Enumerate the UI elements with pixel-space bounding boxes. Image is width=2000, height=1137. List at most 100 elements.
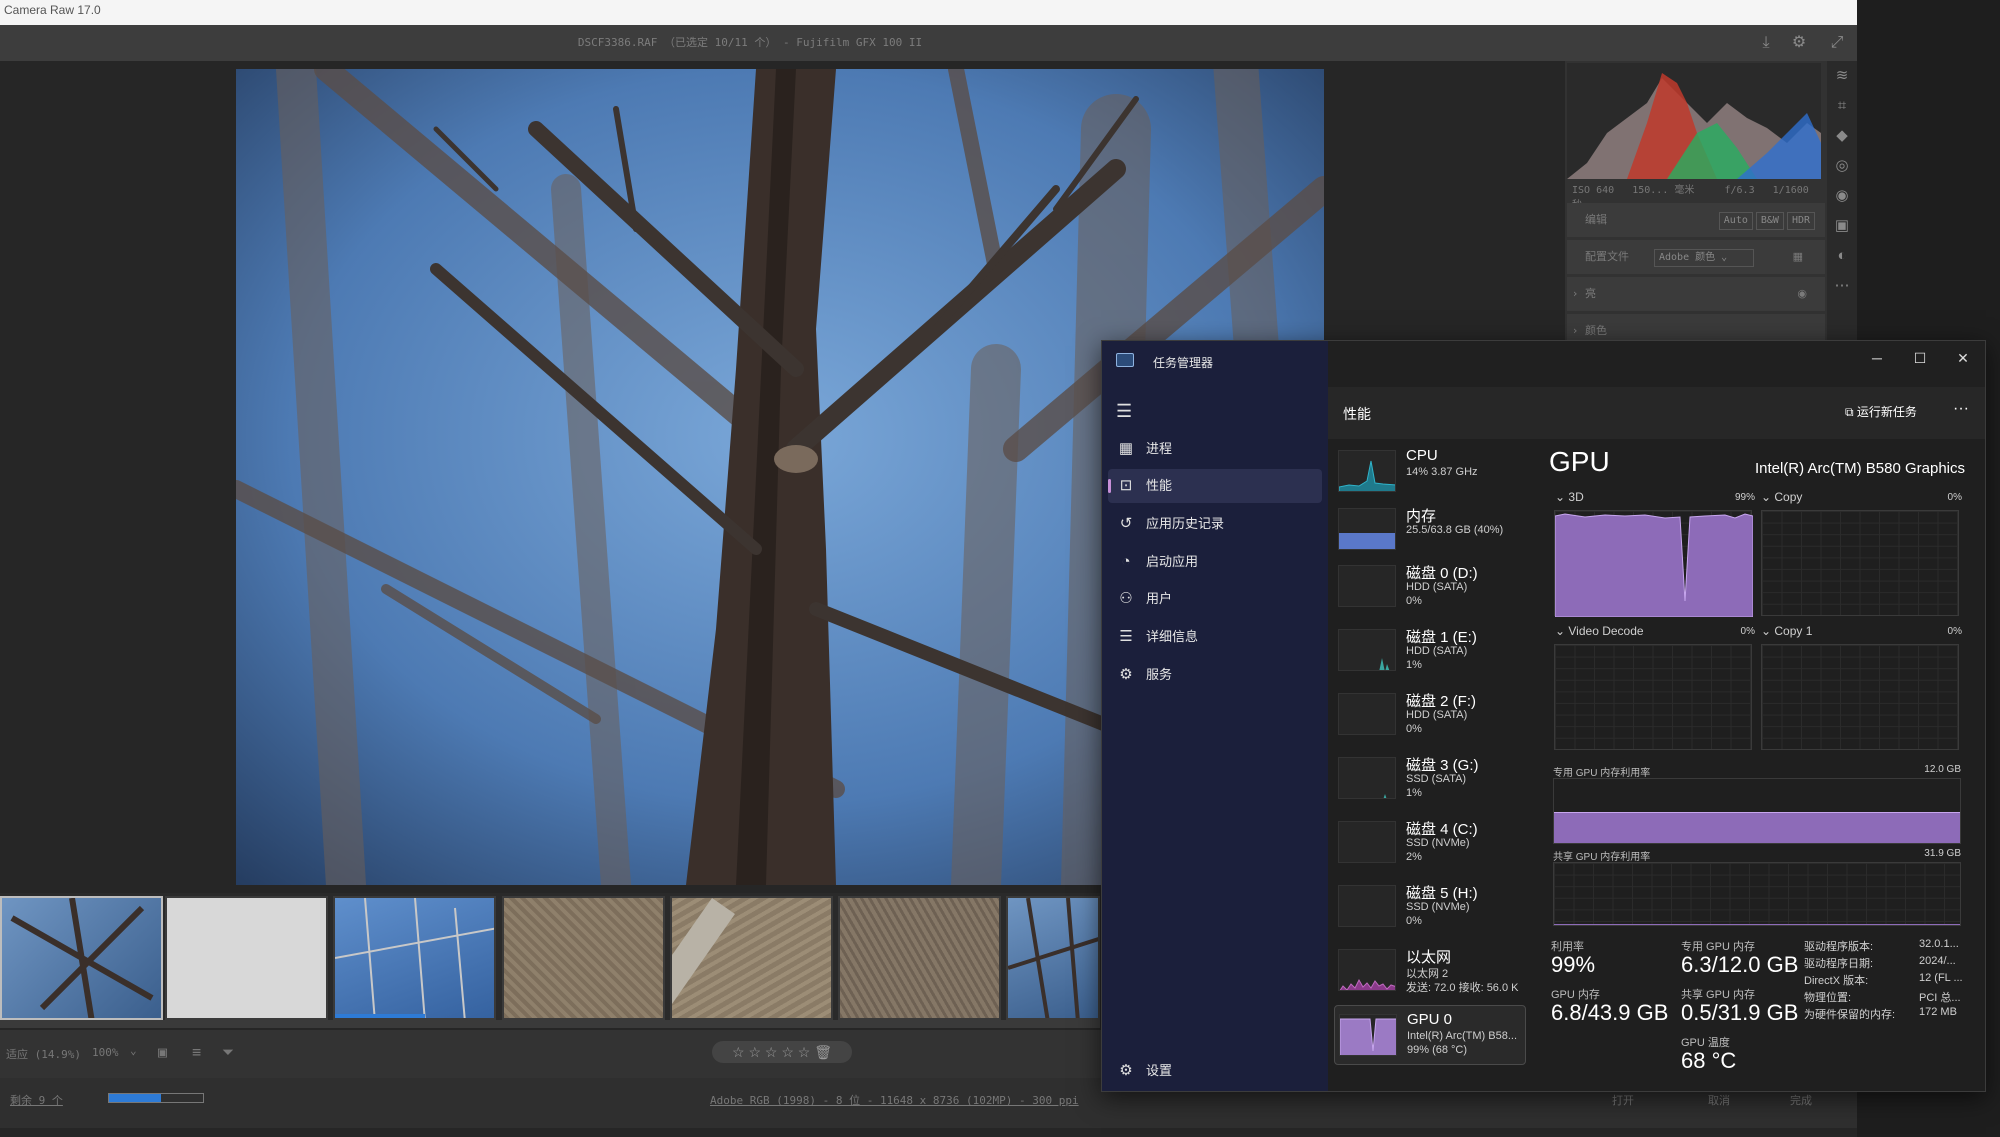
device-disk-3[interactable]: 磁盘 3 (G:) SSD (SATA) 1% — [1334, 749, 1526, 809]
device-memory[interactable]: 内存 25.5/63.8 GB (40%) — [1334, 500, 1526, 560]
done-button[interactable]: 完成 — [1790, 1092, 1812, 1108]
thumbnail[interactable] — [333, 896, 496, 1020]
file-info-text: DSCF3386.RAF （已选定 10/11 个） - Fujifilm GF… — [577, 36, 923, 49]
device-usage: 0% — [1406, 915, 1422, 927]
maximize-button[interactable]: ☐ — [1898, 341, 1942, 375]
engine-copy1-label[interactable]: ⌄ Copy 1 — [1761, 624, 1812, 638]
thumbnail-loading[interactable] — [165, 896, 328, 1020]
device-cpu[interactable]: CPU 14% 3.87 GHz — [1334, 442, 1526, 502]
save-icon[interactable]: ⤓ — [1756, 33, 1776, 53]
engine-3d-graph — [1554, 510, 1754, 618]
device-ethernet[interactable]: 以太网 以太网 2 发送: 72.0 接收: 56.0 K — [1334, 941, 1528, 1001]
profile-dropdown[interactable]: Adobe 颜色 ⌄ — [1654, 249, 1754, 267]
zoom-fit-label[interactable]: 适应 (14.9%) — [6, 1046, 81, 1062]
hamburger-menu-icon[interactable]: ☰ — [1116, 401, 1132, 422]
bw-button[interactable]: B&W — [1755, 212, 1784, 230]
nav-settings[interactable]: ⚙ 设置 — [1108, 1054, 1322, 1088]
run-new-task-button[interactable]: ⧉ 运行新任务 — [1845, 403, 1917, 420]
auto-button[interactable]: Auto — [1718, 212, 1753, 230]
engine-copy-graph — [1761, 510, 1959, 616]
nav-performance[interactable]: ⊡ 性能 — [1108, 469, 1322, 503]
profile-label: 配置文件 — [1585, 250, 1629, 263]
nav-startup-apps[interactable]: ◔ 启动应用 — [1108, 545, 1322, 579]
thumbnail[interactable] — [0, 896, 163, 1020]
filmstrip-scrollbar[interactable] — [0, 1020, 1100, 1028]
nav-app-history[interactable]: ↺ 应用历史记录 — [1108, 507, 1322, 541]
nav-users[interactable]: ⚇ 用户 — [1108, 582, 1322, 616]
thumbnail[interactable] — [1006, 896, 1100, 1020]
engine-copy1-pct: 0% — [1947, 626, 1962, 637]
ethernet-sparkline — [1338, 949, 1396, 991]
section-light[interactable]: › 亮 ◉ — [1567, 277, 1825, 311]
disk-sparkline — [1338, 757, 1396, 799]
nav-processes[interactable]: ▦ 进程 — [1108, 432, 1322, 466]
dedicated-memory-fill — [1554, 812, 1960, 843]
sliders-icon[interactable]: ≋ — [1827, 61, 1857, 91]
eraser-icon[interactable]: ◆ — [1827, 121, 1857, 151]
sort-icon[interactable]: ≡ — [192, 1043, 201, 1061]
snapshots-icon[interactable]: ▣ — [1827, 211, 1857, 241]
workflow-options-link[interactable]: Adobe RGB (1998) - 8 位 - 11648 x 8736 (1… — [710, 1092, 1079, 1108]
thumbnail[interactable] — [502, 896, 665, 1020]
device-disk-0[interactable]: 磁盘 0 (D:) HDD (SATA) 0% — [1334, 557, 1526, 617]
engine-3d-label[interactable]: ⌄ 3D — [1555, 490, 1584, 504]
device-usage: 发送: 72.0 接收: 56.0 K — [1406, 982, 1519, 994]
zoom-chevron-icon[interactable]: ⌄ — [130, 1044, 137, 1057]
nav-label: 详细信息 — [1146, 629, 1199, 644]
cancel-button[interactable]: 取消 — [1708, 1092, 1730, 1108]
shared-memory-max: 31.9 GB — [1924, 848, 1961, 859]
presets-icon[interactable]: ◐ — [1827, 241, 1857, 271]
focal-text: 150... 毫米 — [1632, 185, 1695, 196]
page-title: 性能 — [1343, 406, 1371, 422]
device-name: 磁盘 5 (H:) — [1406, 885, 1478, 902]
histogram-info: ISO 640 150... 毫米 f/6.3 1/1600 秒 — [1572, 181, 1822, 211]
file-info-bar: DSCF3386.RAF （已选定 10/11 个） - Fujifilm GF… — [0, 25, 1857, 61]
zoom-100-label[interactable]: 100% — [92, 1046, 119, 1059]
thumbnail[interactable] — [838, 896, 1001, 1020]
trash-icon[interactable]: 🗑 — [814, 1044, 832, 1060]
hdr-button[interactable]: HDR — [1786, 212, 1815, 230]
close-button[interactable]: ✕ — [1941, 341, 1985, 375]
engine-video-decode-label[interactable]: ⌄ Video Decode — [1555, 624, 1644, 638]
crop-icon[interactable]: ⌗ — [1827, 91, 1857, 121]
directx-version-key: DirectX 版本: — [1804, 975, 1869, 987]
device-name: 内存 — [1406, 508, 1437, 525]
nav-label: 进程 — [1146, 441, 1173, 456]
profile-browser-icon[interactable]: ▦ — [1793, 240, 1803, 274]
disk-sparkline — [1338, 565, 1396, 607]
device-disk-2[interactable]: 磁盘 2 (F:) HDD (SATA) 0% — [1334, 685, 1526, 745]
section-color[interactable]: › 颜色 — [1567, 314, 1825, 342]
device-disk-1[interactable]: 磁盘 1 (E:) HDD (SATA) 1% — [1334, 621, 1526, 681]
device-gpu-0[interactable]: GPU 0 Intel(R) Arc(TM) B58... 99% (68 °C… — [1334, 1005, 1526, 1065]
remaining-count: 剩余 9 个 — [10, 1094, 63, 1107]
nav-services[interactable]: ⚙ 服务 — [1108, 658, 1322, 692]
thumbnail[interactable] — [670, 896, 833, 1020]
device-detail: HDD (SATA) — [1406, 709, 1468, 721]
device-disk-4[interactable]: 磁盘 4 (C:) SSD (NVMe) 2% — [1334, 813, 1526, 873]
shared-gpu-memory-value: 0.5/31.9 GB — [1681, 1000, 1799, 1025]
tool-strip: ≋ ⌗ ◆ ◎ ◉ ▣ ◐ ⋯ — [1827, 61, 1857, 343]
device-detail: SSD (NVMe) — [1406, 837, 1470, 849]
filter-icon[interactable]: ⏷ — [222, 1043, 234, 1061]
device-detail: 25.5/63.8 GB (40%) — [1406, 524, 1504, 536]
filmstrip-view-icon[interactable]: ▣ — [158, 1043, 167, 1061]
driver-date-value: 2024/... — [1919, 955, 1956, 967]
minimize-button[interactable]: ─ — [1855, 341, 1899, 375]
more-icon[interactable]: ⋯ — [1827, 271, 1857, 301]
disk-sparkline — [1338, 629, 1396, 671]
eye-icon[interactable]: ◉ — [1797, 277, 1807, 311]
engine-copy-label[interactable]: ⌄ Copy — [1761, 490, 1802, 504]
star-rating[interactable]: ☆ ☆ ☆ ☆ ☆ — [732, 1044, 810, 1060]
more-options-button[interactable]: ··· — [1953, 400, 1969, 418]
device-disk-5[interactable]: 磁盘 5 (H:) SSD (NVMe) 0% — [1334, 877, 1526, 937]
fullscreen-icon[interactable]: ⤢ — [1827, 33, 1847, 53]
driver-date-key: 驱动程序日期: — [1804, 958, 1874, 970]
gear-icon[interactable]: ⚙ — [1789, 33, 1809, 53]
open-button[interactable]: 打开 — [1612, 1092, 1634, 1108]
mask-icon[interactable]: ◎ — [1827, 151, 1857, 181]
memory-sparkline — [1338, 508, 1396, 550]
rating-bar[interactable]: ☆ ☆ ☆ ☆ ☆ 🗑 — [712, 1041, 852, 1063]
gpu-model: Intel(R) Arc(TM) B580 Graphics — [1754, 460, 1965, 477]
nav-details[interactable]: ☰ 详细信息 — [1108, 620, 1322, 654]
redeye-icon[interactable]: ◉ — [1827, 181, 1857, 211]
